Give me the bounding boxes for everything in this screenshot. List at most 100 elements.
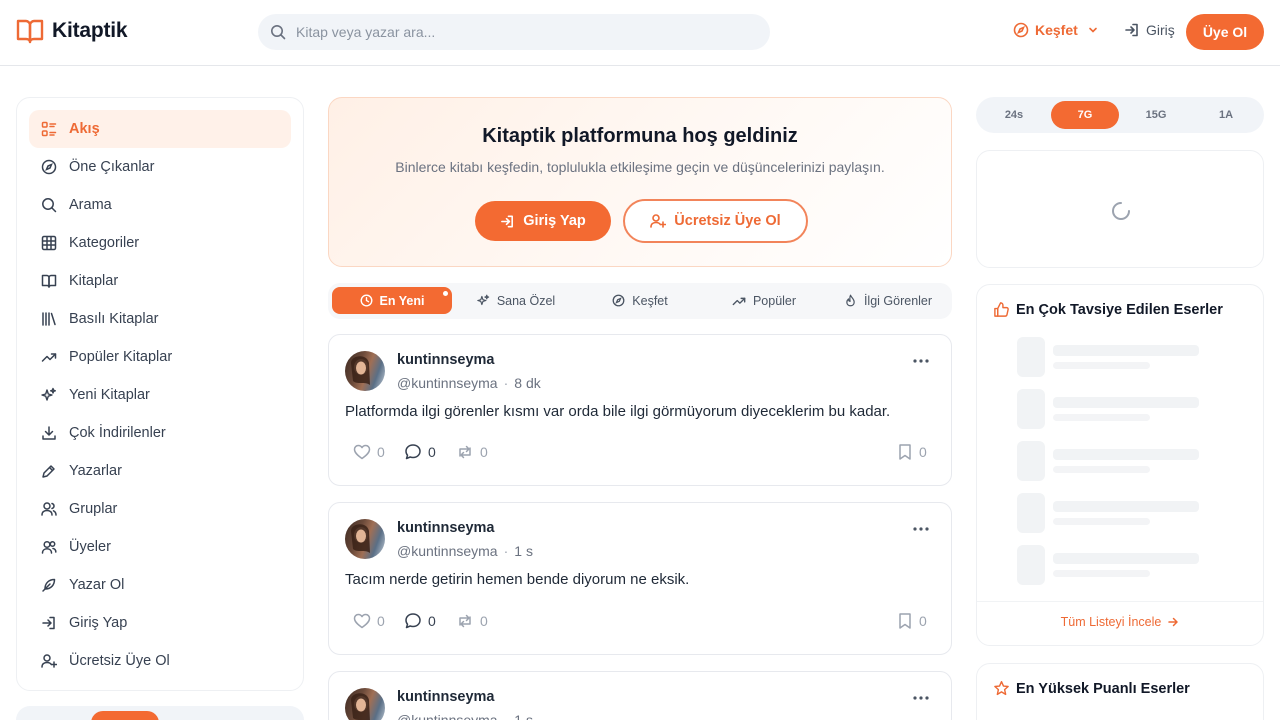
more-icon[interactable] — [913, 696, 929, 700]
skeleton-line — [1053, 518, 1150, 525]
avatar[interactable] — [345, 351, 385, 391]
range-24h[interactable]: 24s — [980, 101, 1048, 129]
like-count: 0 — [377, 444, 385, 460]
like-count: 0 — [377, 613, 385, 629]
sidebar-item-label: Akış — [69, 121, 100, 137]
feed-icon — [41, 121, 57, 137]
tab-for-you[interactable]: Sana Özel — [456, 287, 576, 314]
sidebar-item-books[interactable]: Kitaplar — [29, 262, 291, 300]
sidebar-item-search[interactable]: Arama — [29, 186, 291, 224]
sidebar-item-groups[interactable]: Gruplar — [29, 490, 291, 528]
sidebar-item-authors[interactable]: Yazarlar — [29, 452, 291, 490]
logo[interactable]: Kitaptik — [16, 18, 128, 44]
explore-label: Keşfet — [1035, 22, 1078, 38]
welcome-subtitle: Binlerce kitabı keşfedin, toplulukla etk… — [395, 159, 885, 175]
repost-button[interactable]: 0 — [456, 612, 488, 630]
feather-icon — [41, 577, 57, 593]
sidebar-item-categories[interactable]: Kategoriler — [29, 224, 291, 262]
comment-button[interactable]: 0 — [404, 443, 436, 461]
comment-button[interactable]: 0 — [404, 612, 436, 630]
bookmark-count: 0 — [919, 444, 927, 460]
range-7d[interactable]: 7G — [1051, 101, 1119, 129]
range-1m[interactable]: 1A — [1192, 101, 1260, 129]
post-author-name[interactable]: kuntinnseyma — [397, 520, 495, 536]
sidebar-item-most-downloaded[interactable]: Çok İndirilenler — [29, 414, 291, 452]
avatar[interactable] — [345, 519, 385, 559]
post-author-name[interactable]: kuntinnseyma — [397, 352, 495, 368]
sidebar-item-label: Öne Çıkanlar — [69, 159, 155, 175]
post-time: 1 s — [514, 543, 533, 559]
pen-icon — [41, 463, 57, 479]
sidebar-bottom-toggle[interactable] — [16, 706, 304, 720]
repost-button[interactable]: 0 — [456, 443, 488, 461]
download-icon — [41, 425, 57, 441]
post-author-name[interactable]: kuntinnseyma — [397, 689, 495, 705]
signup-button[interactable]: Üye Ol — [1186, 14, 1264, 50]
sidebar-item-printed-books[interactable]: Basılı Kitaplar — [29, 300, 291, 338]
time-range-selector: 24s 7G 15G 1A — [976, 97, 1264, 133]
search-input[interactable] — [296, 24, 736, 40]
skeleton-item — [1017, 493, 1201, 533]
feed-tabs: En Yeni Sana Özel Keşfet Popüler İlgi Gö… — [328, 283, 952, 319]
tab-trending[interactable]: İlgi Görenler — [828, 287, 948, 314]
post-card: kuntinnseyma @kuntinnseyma · 8 dk Platform… — [328, 334, 952, 486]
recommended-card: En Çok Tavsiye Edilen Eserler Tüm Listey… — [976, 284, 1264, 646]
skeleton-thumb — [1017, 337, 1045, 377]
search-bar[interactable] — [258, 14, 770, 50]
grid-icon — [41, 235, 57, 251]
avatar[interactable] — [345, 688, 385, 720]
meta-separator: · — [503, 543, 509, 559]
bookmark-icon — [897, 443, 913, 461]
sidebar-item-login[interactable]: Giriş Yap — [29, 604, 291, 642]
post-author-handle[interactable]: @kuntinnseyma — [397, 375, 498, 391]
skeleton-line — [1053, 501, 1199, 512]
more-icon[interactable] — [913, 359, 929, 363]
explore-menu[interactable]: Keşfet — [1013, 22, 1098, 38]
post-card: kuntinnseyma @kuntinnseyma · 1 s Tacım ner… — [328, 502, 952, 655]
post-meta: @kuntinnseyma · 1 s — [397, 712, 533, 720]
sidebar-item-label: Arama — [69, 197, 112, 213]
sidebar-item-become-author[interactable]: Yazar Ol — [29, 566, 291, 604]
skeleton-line — [1053, 345, 1199, 356]
range-15d[interactable]: 15G — [1122, 101, 1190, 129]
tab-newest[interactable]: En Yeni — [332, 287, 452, 314]
sidebar-item-new-books[interactable]: Yeni Kitaplar — [29, 376, 291, 414]
sidebar-item-label: Çok İndirilenler — [69, 425, 166, 441]
top-rated-title: En Yüksek Puanlı Eserler — [993, 680, 1190, 697]
tab-explore[interactable]: Keşfet — [580, 287, 700, 314]
post-time: 8 dk — [514, 375, 541, 391]
sidebar-item-feed[interactable]: Akış — [29, 110, 291, 148]
bookmark-button[interactable]: 0 — [897, 612, 927, 630]
skeleton-thumb — [1017, 493, 1045, 533]
tab-popular[interactable]: Popüler — [704, 287, 824, 314]
sidebar-item-members[interactable]: Üyeler — [29, 528, 291, 566]
like-button[interactable]: 0 — [353, 612, 385, 630]
toggle-active-pill[interactable] — [91, 711, 159, 720]
chevron-down-icon — [1088, 25, 1098, 35]
bookmark-button[interactable]: 0 — [897, 443, 927, 461]
trending-icon — [732, 294, 746, 308]
skeleton-line — [1053, 466, 1150, 473]
sidebar-item-featured[interactable]: Öne Çıkanlar — [29, 148, 291, 186]
sidebar-item-label: Yazar Ol — [69, 577, 125, 593]
sidebar-item-signup[interactable]: Ücretsiz Üye Ol — [29, 642, 291, 680]
skeleton-line — [1053, 362, 1150, 369]
sidebar-item-popular-books[interactable]: Popüler Kitaplar — [29, 338, 291, 376]
loading-card — [976, 150, 1264, 268]
welcome-login-button[interactable]: Giriş Yap — [475, 201, 611, 241]
sidebar-item-label: Üyeler — [69, 539, 111, 555]
repost-icon — [456, 443, 474, 461]
sidebar-item-label: Yeni Kitaplar — [69, 387, 150, 403]
view-full-list-link[interactable]: Tüm Listeyi İncele — [977, 601, 1263, 641]
login-link[interactable]: Giriş — [1124, 22, 1175, 38]
more-icon[interactable] — [913, 527, 929, 531]
post-author-handle[interactable]: @kuntinnseyma — [397, 712, 498, 720]
welcome-login-label: Giriş Yap — [523, 213, 586, 229]
like-button[interactable]: 0 — [353, 443, 385, 461]
library-icon — [41, 311, 57, 327]
tab-label: Keşfet — [632, 293, 668, 308]
skeleton-line — [1053, 397, 1199, 408]
welcome-signup-button[interactable]: Ücretsiz Üye Ol — [623, 199, 808, 243]
user-plus-icon — [41, 653, 57, 669]
post-author-handle[interactable]: @kuntinnseyma — [397, 543, 498, 559]
